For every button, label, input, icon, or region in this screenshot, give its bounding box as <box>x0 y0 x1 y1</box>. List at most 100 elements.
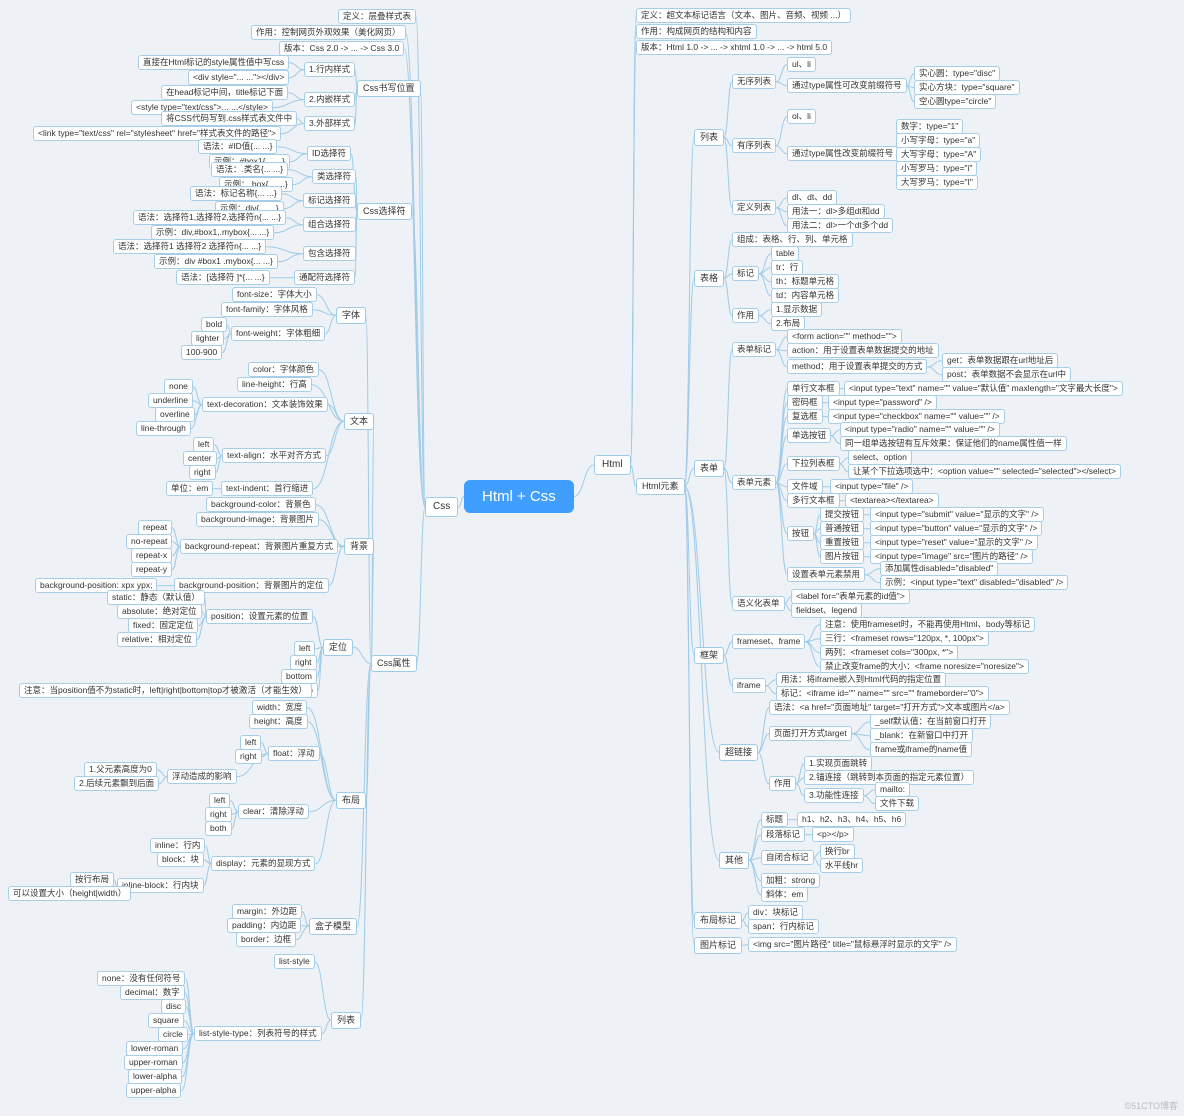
n: 将CSS代码写到.css样式表文件中 <box>161 111 297 126</box>
font: 字体 <box>336 307 366 324</box>
n: display：元素的显现方式 <box>211 856 315 871</box>
n: 无序列表 <box>732 74 776 89</box>
n: 通过type属性可改变前缀符号 <box>787 78 907 93</box>
r-table: 表格 <box>694 270 724 287</box>
root-node: Html + Css <box>464 480 574 513</box>
css-sel: Css选择符 <box>357 203 412 220</box>
n: 2.后续元素飘到后面 <box>74 776 159 791</box>
n: 通过type属性改变前缀符号 <box>787 146 898 161</box>
n: 在head标记中间，title标记下面 <box>161 85 288 100</box>
n: 文件下载 <box>875 796 919 811</box>
n: 语法：标记名称{... ...} <box>190 186 282 201</box>
n: 复选框 <box>787 409 823 424</box>
n: 标记 <box>732 266 759 281</box>
r-form: 表单 <box>694 460 724 477</box>
watermark: ©51CTO博客 <box>1125 1099 1178 1112</box>
layout: 布局 <box>336 792 366 809</box>
n: 语法：选择符1,选择符2,选择符n{... ...} <box>133 210 286 225</box>
n: 作用 <box>769 776 796 791</box>
n: <p></p> <box>812 827 854 842</box>
bg: 背景 <box>344 538 374 555</box>
n: 注意：当position值不为static时，left|right|bottom… <box>19 683 312 698</box>
n: 空心圆type="circle" <box>914 94 996 109</box>
n: 定义列表 <box>732 200 776 215</box>
n: position：设置元素的位置 <box>206 609 313 624</box>
n: 3.外部样式 <box>304 116 355 131</box>
n: font-family：字体风格 <box>221 302 313 317</box>
n: frameset、frame <box>732 634 805 649</box>
n: 组合选择符 <box>303 217 356 232</box>
n: 示例：div #box1 .mybox{... ...} <box>154 254 278 269</box>
n: span：行内标记 <box>748 919 819 934</box>
n: 浮动造成的影响 <box>167 769 237 784</box>
n: iframe <box>732 678 766 693</box>
n: 标题 <box>761 812 788 827</box>
n: 表单元素 <box>732 475 776 490</box>
n: 设置表单元素禁用 <box>787 567 865 582</box>
n: action：用于设置表单数据提交的地址 <box>787 343 939 358</box>
n: color：字体颜色 <box>248 362 319 377</box>
n: background-color：背景色 <box>206 497 316 512</box>
n: 单位：em <box>166 481 213 496</box>
n: text-decoration：文本装饰效果 <box>202 397 328 412</box>
r-list: 列表 <box>694 129 724 146</box>
n: 定义：超文本标记语言（文本、图片、音频、视频 ...） <box>636 8 851 23</box>
n: 页面打开方式target <box>769 726 852 741</box>
n: upper-alpha <box>126 1083 181 1098</box>
list: 列表 <box>331 1012 361 1029</box>
html-node: Html <box>594 455 631 475</box>
n: ul、li <box>787 57 816 72</box>
n: 斜体：em <box>761 887 808 902</box>
n: float：浮动 <box>268 746 320 761</box>
n: border：边框 <box>236 932 296 947</box>
n: 示例：<input type="text" disabled="disabled… <box>880 575 1068 590</box>
n: list-style-type：列表符号的样式 <box>194 1026 322 1041</box>
n: font-weight：字体粗细 <box>231 326 325 341</box>
n: 水平线hr <box>820 858 863 873</box>
r-img: 图片标记 <box>694 937 742 954</box>
n: h1、h2、h3、h4、h5、h6 <box>797 812 906 827</box>
box: 盒子模型 <box>309 918 357 935</box>
n: line-height：行高 <box>237 377 312 392</box>
n: height：高度 <box>249 714 308 729</box>
html-elem: Html元素 <box>636 478 685 495</box>
n: 自闭合标记 <box>761 850 814 865</box>
n: method：用于设置表单提交的方式 <box>787 359 927 374</box>
n: text-align：水平对齐方式 <box>222 448 326 463</box>
r-layout: 布局标记 <box>694 912 742 929</box>
css-prop: Css属性 <box>371 655 417 672</box>
n: background-repeat：背景图片重复方式 <box>180 539 338 554</box>
n: <div style="... ..."></div> <box>188 70 289 85</box>
n: 大写罗马：type="I" <box>896 175 978 190</box>
css-node: Css <box>425 497 458 517</box>
n: 作用：构成网页的结构和内容 <box>636 24 757 39</box>
n: clear：清除浮动 <box>238 804 309 819</box>
n: 表单标记 <box>732 342 776 357</box>
n: text-indent：首行缩进 <box>221 481 313 496</box>
n: 语法：选择符1 选择符2 选择符n{... ...} <box>113 239 266 254</box>
n: 让某个下拉选项选中：<option value="" selected="sel… <box>848 464 1121 479</box>
n: <img src="图片路径" title="鼠标悬浮时显示的文字" /> <box>748 937 957 952</box>
n: relative：相对定位 <box>117 632 197 647</box>
n: list-style <box>274 954 315 969</box>
n: 单选按钮 <box>787 428 831 443</box>
n: 语法：#ID值{... ...} <box>198 139 277 154</box>
n: right <box>235 749 262 764</box>
n: frame或iframe的name值 <box>870 742 972 757</box>
n: 图片按钮 <box>820 549 864 564</box>
n: line-through <box>136 421 191 436</box>
n: background-image：背景图片 <box>196 512 319 527</box>
n: ID选择符 <box>307 146 351 161</box>
n: 语法：[选择符 ]*{... ...} <box>176 270 270 285</box>
n: 按钮 <box>787 526 814 541</box>
n: 100-900 <box>181 345 222 360</box>
n: 段落标记 <box>761 827 805 842</box>
n: both <box>205 821 232 836</box>
n: right <box>189 465 216 480</box>
r-other: 其他 <box>719 852 749 869</box>
n: 标记选择符 <box>303 193 356 208</box>
css-pos: Css书写位置 <box>357 80 421 97</box>
n: 包含选择符 <box>303 246 356 261</box>
pos: 定位 <box>323 639 353 656</box>
n: 下拉列表框 <box>787 456 840 471</box>
